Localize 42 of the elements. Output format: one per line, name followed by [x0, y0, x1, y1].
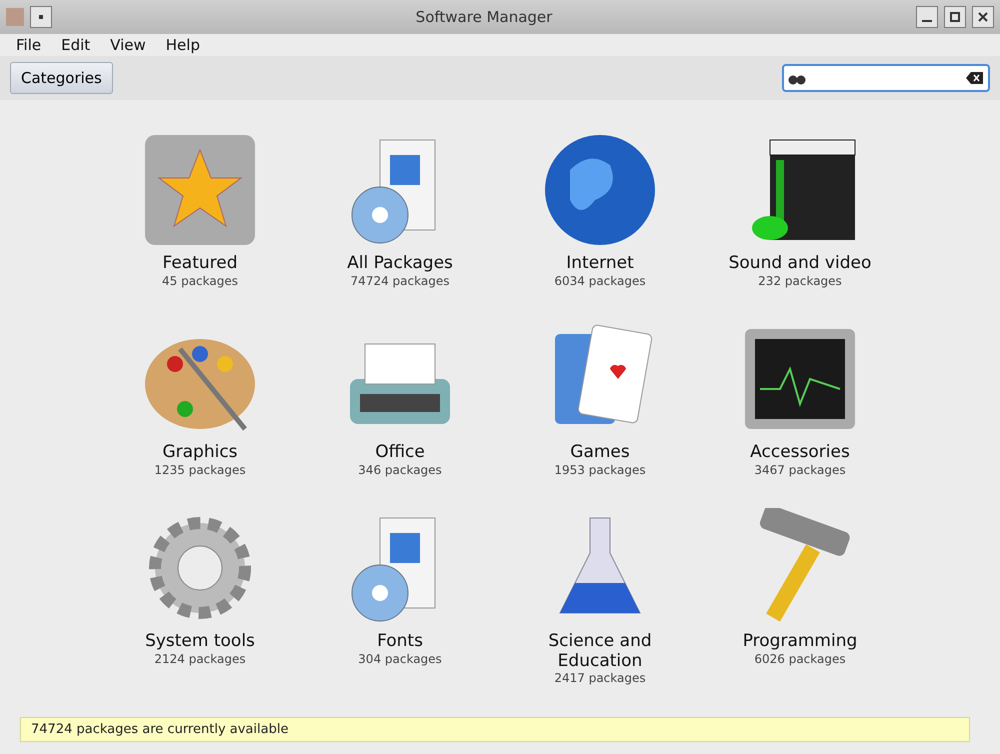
app-icon — [6, 8, 24, 26]
package-count: 2417 packages — [554, 671, 646, 686]
category-name[interactable]: Graphics — [162, 443, 238, 463]
package-count: 2124 packages — [154, 652, 246, 666]
category-name[interactable]: Accessories — [750, 443, 850, 463]
menu-item[interactable]: File — [16, 36, 42, 54]
category-name[interactable]: Programming — [742, 632, 858, 652]
minimize-button[interactable] — [916, 6, 938, 28]
category-name[interactable]: All Packages — [347, 254, 453, 274]
window-title: Software Manager — [414, 8, 554, 26]
package-count: 74724 packages — [350, 274, 450, 288]
category-name[interactable]: Fonts — [377, 632, 423, 652]
category-name[interactable]: System tools — [145, 632, 255, 652]
search-field[interactable] — [782, 64, 990, 92]
category-name[interactable]: Featured — [162, 254, 238, 274]
category-name[interactable]: Office — [375, 443, 425, 463]
clear-icon[interactable] — [966, 71, 984, 85]
package-count: 1235 packages — [154, 462, 246, 477]
category-name[interactable]: Sound and video — [728, 254, 872, 274]
package-count: 1953 packages — [554, 462, 646, 477]
window-menu-button[interactable] — [30, 6, 52, 28]
package-count: 6034 packages — [554, 274, 646, 288]
category-name[interactable]: Internet — [566, 254, 634, 274]
maximize-icon — [950, 12, 960, 22]
square-icon — [39, 15, 43, 19]
package-count: 3467 packages — [754, 462, 846, 477]
categories-button[interactable]: Categories — [10, 62, 113, 94]
category-name[interactable]: Science and Education — [525, 632, 675, 672]
package-count: 304 packages — [358, 652, 442, 666]
status-bar: 74724 packages are currently available — [20, 717, 970, 742]
package-count: 346 packages — [358, 462, 442, 477]
close-icon — [978, 12, 988, 22]
minimize-icon — [922, 20, 932, 22]
package-count: 6026 packages — [754, 652, 846, 666]
maximize-button[interactable] — [944, 6, 966, 28]
package-count: 232 packages — [758, 274, 842, 288]
menu-item[interactable]: Edit — [61, 36, 90, 54]
package-count: 45 packages — [162, 274, 238, 288]
menu-item[interactable]: View — [110, 36, 146, 54]
category-name[interactable]: Games — [570, 443, 630, 463]
menu-item[interactable]: Help — [166, 36, 200, 54]
close-button[interactable] — [972, 6, 994, 28]
